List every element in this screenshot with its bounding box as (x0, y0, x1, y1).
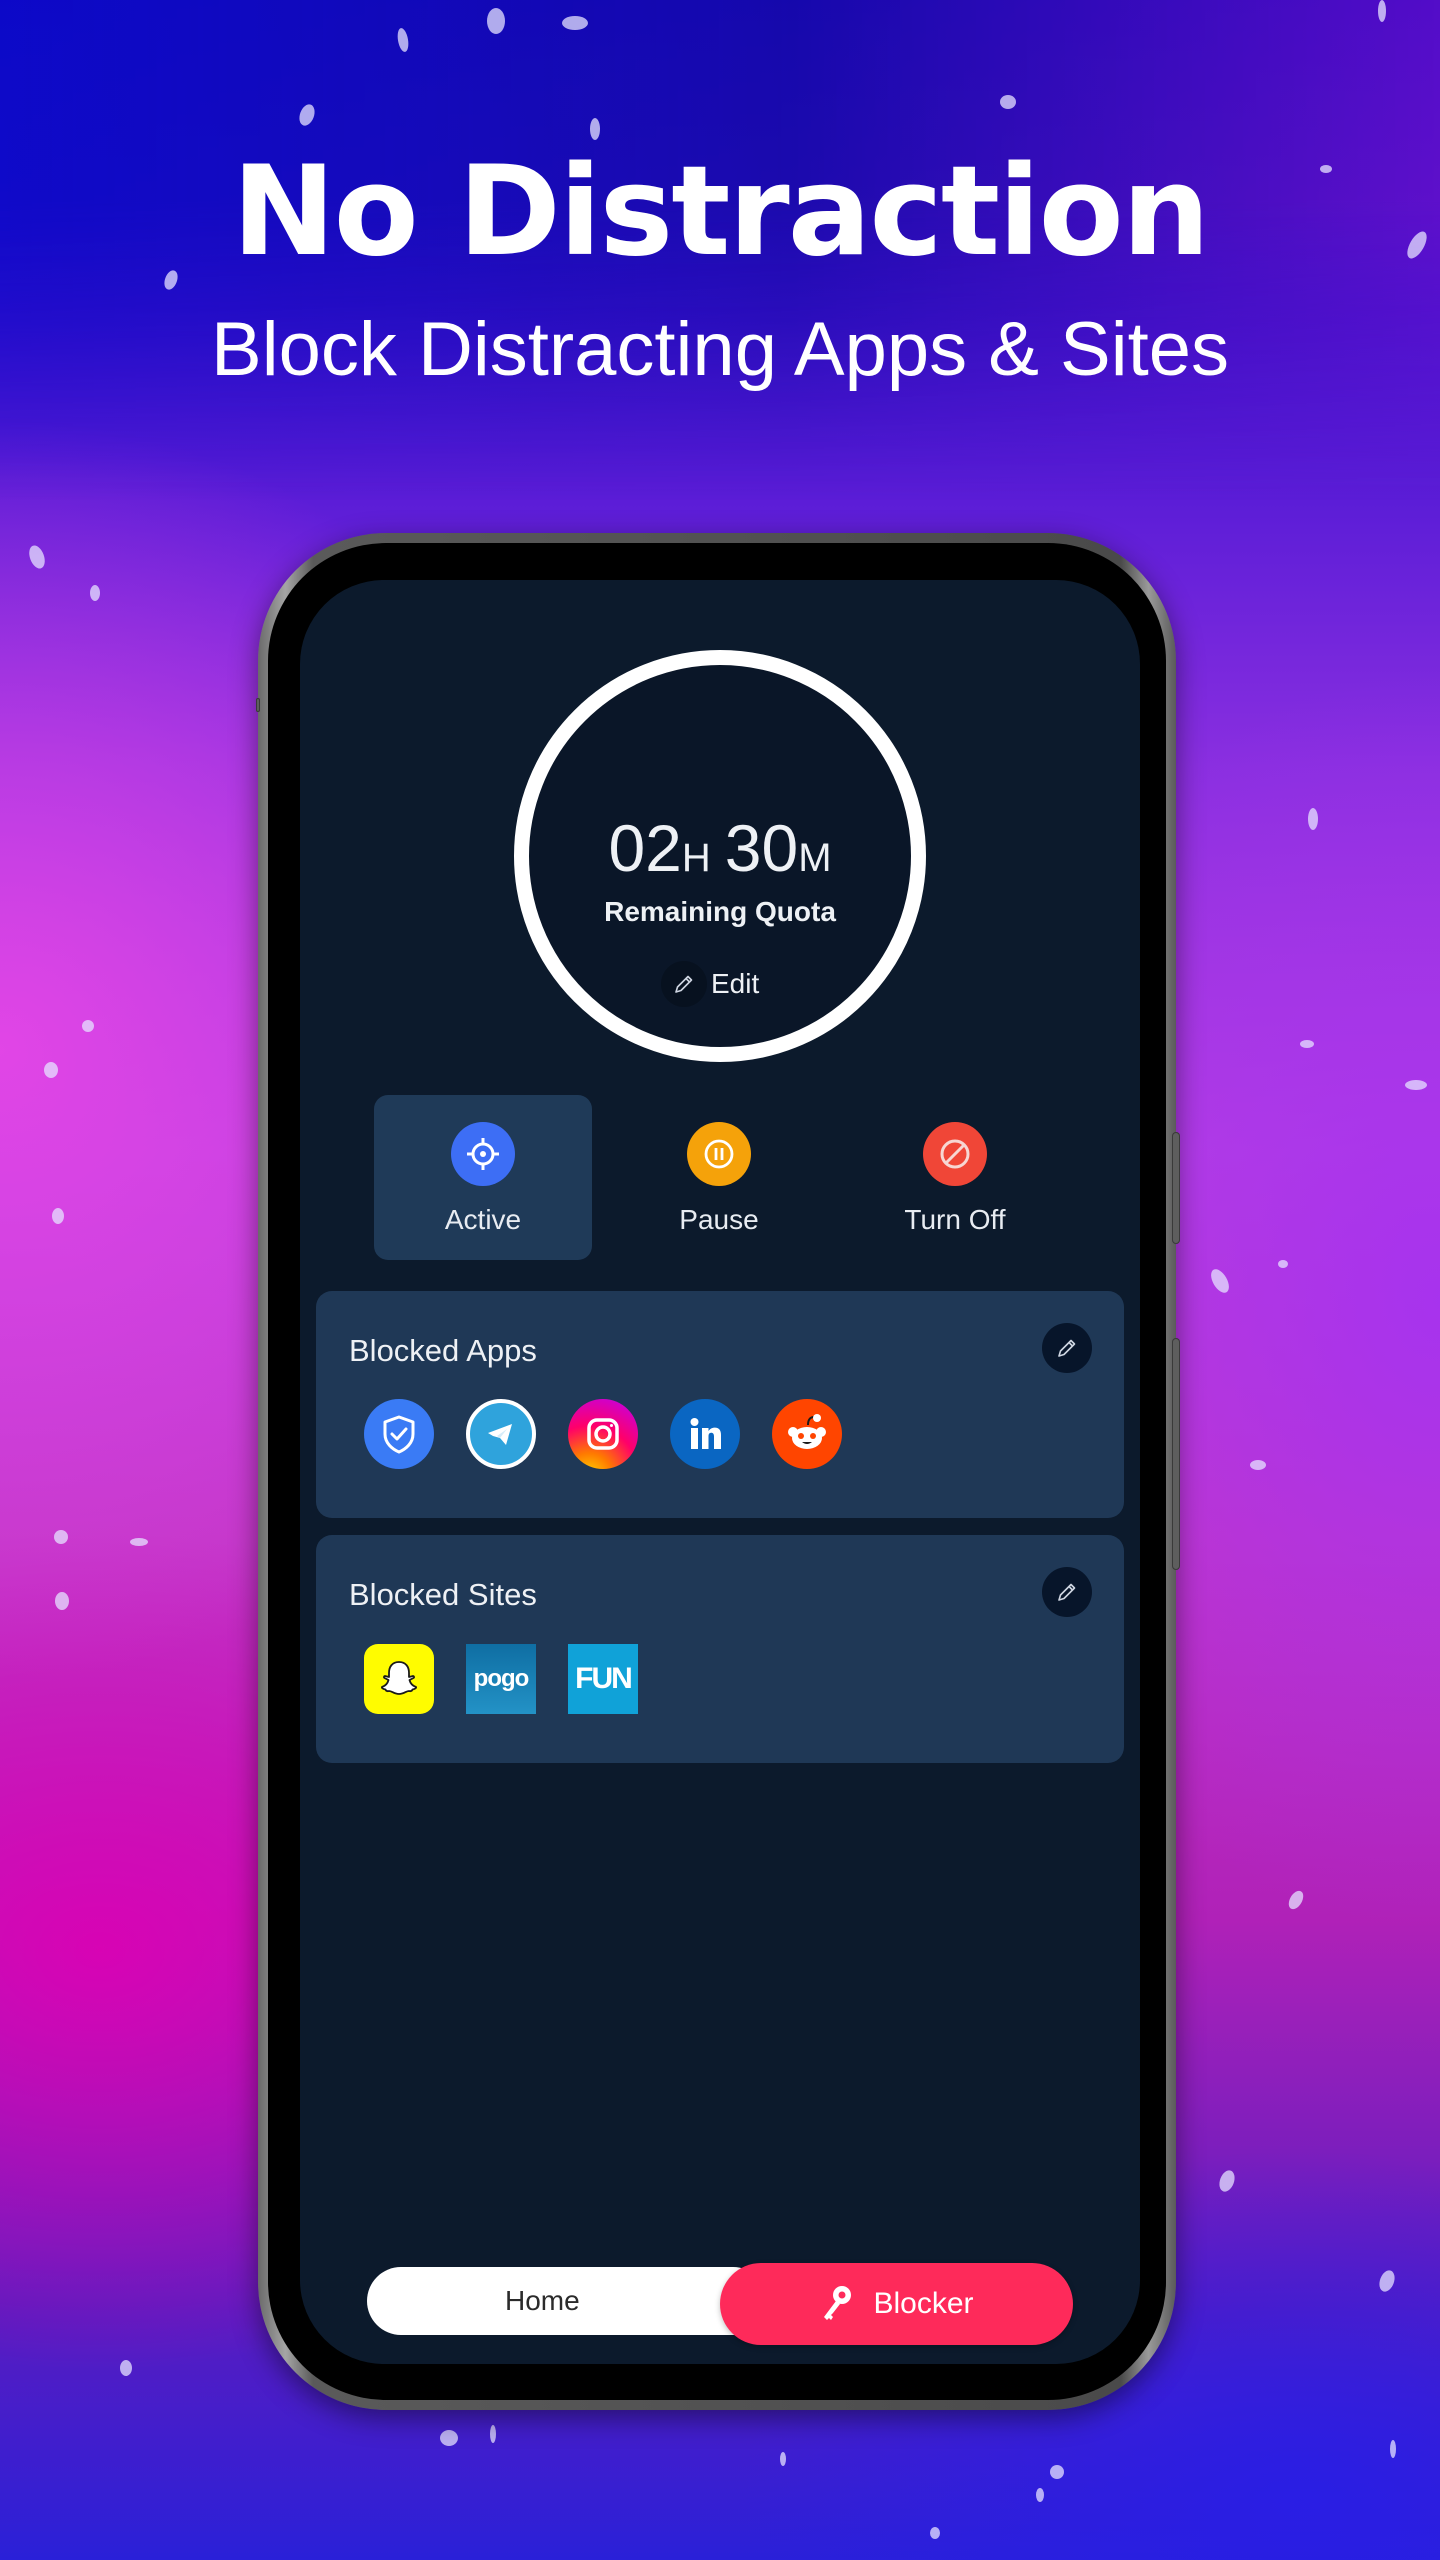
pogo-logo-text: pogo (473, 1665, 530, 1692)
mode-turn-off-button[interactable]: Turn Off (846, 1095, 1064, 1260)
block-icon (923, 1122, 987, 1186)
minutes-value: 30 (724, 811, 799, 885)
pause-circle-icon (687, 1122, 751, 1186)
hours-unit: H (681, 836, 711, 880)
fun-logo[interactable]: FUN (568, 1644, 638, 1714)
nav-blocker-tab[interactable]: Blocker (720, 2263, 1073, 2345)
volume-button (1172, 1132, 1180, 1244)
promo-headline: No Distraction (231, 140, 1210, 284)
minutes-unit: M (798, 836, 832, 880)
mode-label: Active (444, 1204, 522, 1235)
linkedin-icon[interactable] (670, 1399, 740, 1469)
mode-label: Turn Off (904, 1204, 1006, 1235)
edit-blocked-sites-button[interactable] (1042, 1567, 1092, 1617)
quota-ring: 02H 30M Remaining Quota Edit (514, 650, 926, 1062)
blocked-apps-title: Blocked Apps (349, 1333, 537, 1368)
mode-selector: Active Pause Turn Off (374, 1095, 1064, 1260)
edit-label: Edit (711, 968, 760, 999)
pencil-icon (1058, 1339, 1076, 1357)
snapchat-icon[interactable] (364, 1644, 434, 1714)
mode-label: Pause (679, 1204, 759, 1235)
remaining-quota-label: Remaining Quota (604, 896, 836, 927)
power-button (1172, 1338, 1180, 1570)
fun-logo-text: FUN (575, 1662, 633, 1695)
shield-check-icon[interactable] (364, 1399, 434, 1469)
instagram-icon[interactable] (568, 1399, 638, 1469)
promo-subheadline: Block Distracting Apps & Sites (211, 307, 1229, 392)
telegram-icon[interactable] (466, 1399, 536, 1469)
reddit-icon[interactable] (772, 1399, 842, 1469)
pencil-icon (1058, 1583, 1076, 1601)
blocked-sites-list: pogo FUN (364, 1644, 638, 1714)
nav-home-tab[interactable]: Home (367, 2267, 767, 2335)
nav-home-label: Home (505, 2285, 580, 2316)
key-icon (824, 2286, 852, 2320)
blocked-apps-list (364, 1399, 842, 1469)
remaining-time: 02H 30M (529, 810, 911, 886)
left-side-button (256, 698, 260, 712)
blocked-apps-card: Blocked Apps (316, 1291, 1124, 1518)
blocked-sites-title: Blocked Sites (349, 1577, 537, 1612)
hours-value: 02 (608, 811, 682, 885)
crosshair-icon (451, 1122, 515, 1186)
edit-quota-button[interactable]: Edit (661, 959, 759, 1009)
edit-blocked-apps-button[interactable] (1042, 1323, 1092, 1373)
mode-pause-button[interactable]: Pause (610, 1095, 828, 1260)
pogo-logo[interactable]: pogo (466, 1644, 536, 1714)
mode-active-button[interactable]: Active (374, 1095, 592, 1260)
pencil-icon (661, 961, 707, 1007)
app-screen: 02H 30M Remaining Quota Edit Active Paus… (300, 580, 1140, 2364)
bottom-navigation: Home Blocker (367, 2263, 1073, 2347)
nav-blocker-label: Blocker (873, 2287, 974, 2320)
blocked-sites-card: Blocked Sites pogo FUN (316, 1535, 1124, 1763)
